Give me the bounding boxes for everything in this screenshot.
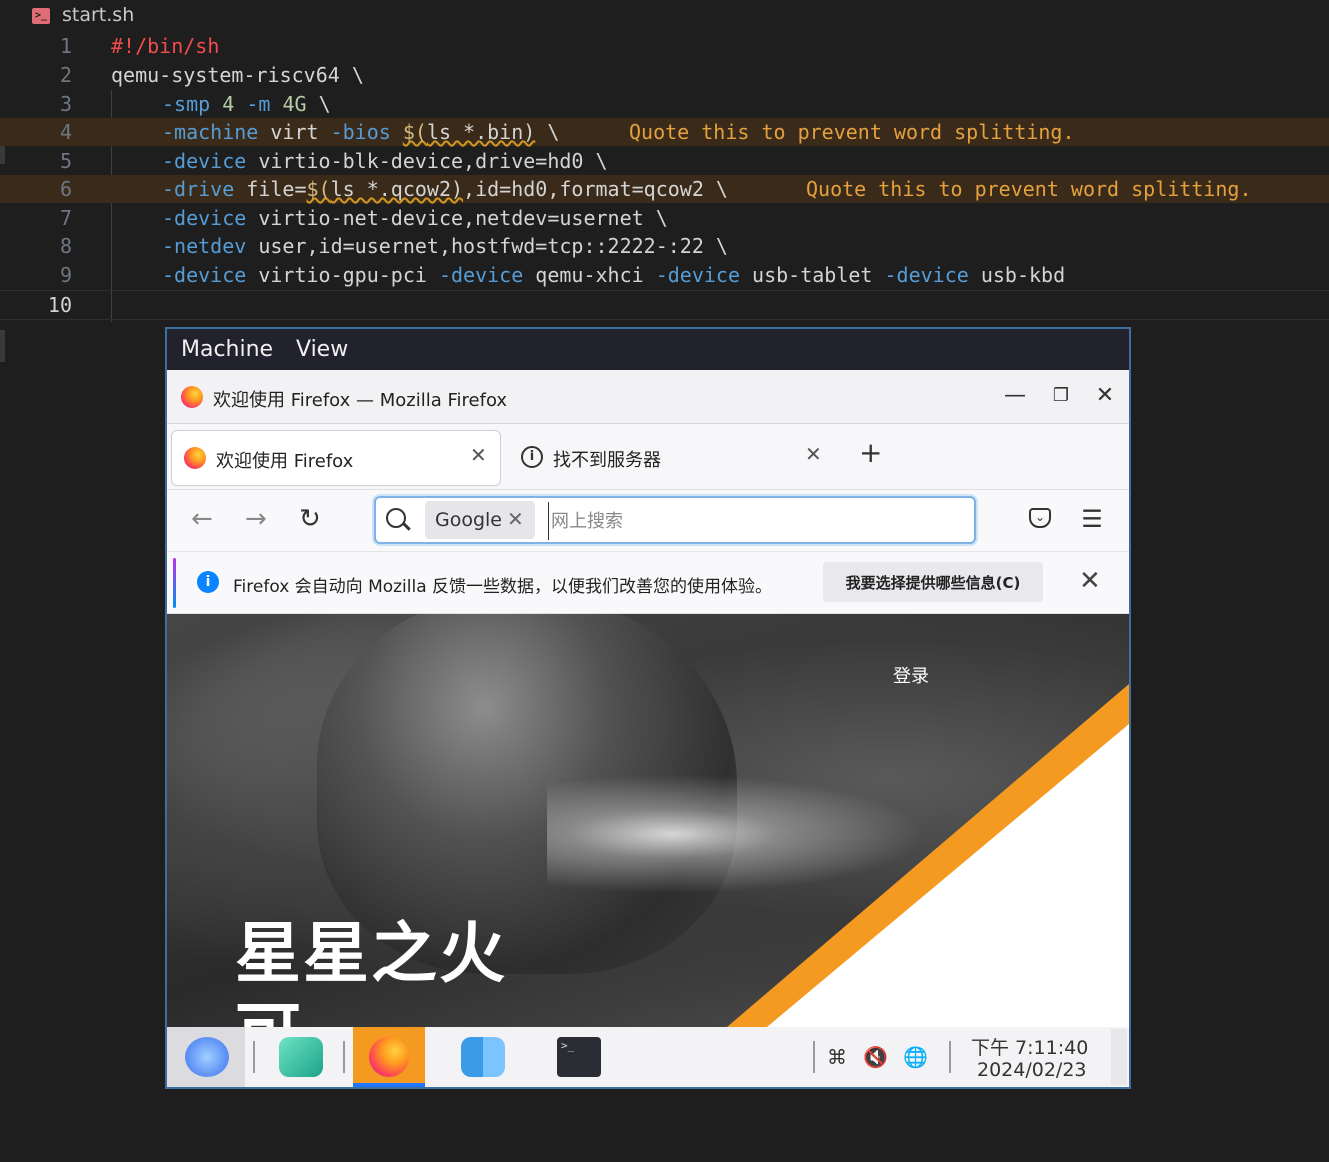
file-manager-icon [461,1037,505,1077]
taskbar-terminal[interactable]: >_ [547,1027,619,1087]
code-text: -device virtio-net-device,netdev=usernet… [162,206,668,230]
firefox-logo-icon [184,447,206,469]
code-line: 2 qemu-system-riscv64 \ [0,61,1329,89]
code-line: 3 -smp 4 -m 4G \ [0,90,1329,118]
show-desktop-button[interactable] [1111,1029,1127,1085]
notice-text: Firefox 会自动向 Mozilla 反馈一些数据，以便我们改善您的使用体验… [233,577,773,597]
editor-tab-bar: >_ start.sh [0,0,1329,30]
tab-label: 找不到服务器 [553,450,661,471]
clock-date[interactable]: 2024/02/23 [977,1059,1087,1081]
vm-menubar: Machine View [167,329,1129,370]
firefox-logo-icon [369,1037,409,1077]
notice-accent-bar [173,558,176,608]
search-input[interactable] [548,502,963,540]
tab-label: 欢迎使用 Firefox [216,451,354,472]
volume-muted-icon[interactable]: 🔇 [863,1045,888,1069]
code-text: -drive file=$(ls *.qcow2),id=hd0,format=… [162,177,728,201]
tab-server-not-found[interactable]: i 找不到服务器 ✕ [507,430,837,486]
code-line: 8 -netdev user,id=usernet,hostfwd=tcp::2… [0,232,1329,260]
tab-close-icon[interactable]: ✕ [470,443,487,467]
line-number: 1 [59,34,72,58]
minimize-button[interactable]: — [1001,382,1029,410]
data-reporting-notice: i Firefox 会自动向 Mozilla 反馈一些数据，以便我们改善您的使用… [167,552,1129,614]
info-icon: i [197,571,219,593]
pocket-icon: ⌄ [1029,508,1051,528]
search-engine-label: Google [435,509,503,531]
sign-in-link[interactable]: 登录 [893,662,929,688]
taskbar-separator [949,1041,951,1073]
forward-button[interactable]: → [245,504,267,534]
code-line: 7 -device virtio-net-device,netdev=usern… [0,204,1329,232]
remove-engine-icon[interactable]: ✕ [507,507,524,531]
code-text: qemu-system-riscv64 \ [111,63,364,87]
search-icon [386,508,406,528]
launcher-icon [185,1037,229,1077]
terminal-icon: >_ [557,1037,601,1077]
qemu-vm-window: Machine View 欢迎使用 Firefox — Mozilla Fire… [165,327,1131,1089]
terminal-file-icon: >_ [32,8,50,24]
taskbar-separator [253,1041,255,1073]
code-text: -machine virt -bios $(ls *.bin) \ [162,120,560,144]
back-button[interactable]: ← [191,504,213,534]
code-text: -netdev user,id=usernet,hostfwd=tcp::222… [162,234,728,258]
menu-view[interactable]: View [296,337,348,362]
close-window-button[interactable]: ✕ [1091,382,1119,410]
tab-strip: 欢迎使用 Firefox ✕ i 找不到服务器 ✕ + [167,424,1129,490]
line-number: 10 [47,293,72,317]
diagnostic-message: Quote this to prevent word splitting. [806,177,1252,201]
line-number: 6 [59,177,72,201]
line-number: 7 [59,206,72,230]
line-number: 2 [59,63,72,87]
line-number: 4 [59,120,72,144]
restore-button[interactable]: ❐ [1047,382,1075,410]
line-number: 3 [59,92,72,116]
gutter-marker [0,330,5,362]
firefox-logo-icon [181,386,203,408]
taskbar: >_ ⌘ 🔇 🌐 下午 7:11:40 2024/02/23 [167,1027,1129,1087]
hero-headline: 星星之火可 [235,915,507,1027]
search-engine-chip[interactable]: Google ✕ [425,501,535,539]
app-menu-button[interactable]: ☰ [1077,504,1107,534]
line-number: 5 [59,149,72,173]
multitask-button[interactable] [265,1027,335,1087]
taskbar-file-manager[interactable] [451,1027,523,1087]
code-text: -smp 4 -m 4G \ [162,92,331,116]
code-line-warning: 4 -machine virt -bios $(ls *.bin) \ Quot… [0,118,1329,146]
new-tab-button[interactable]: + [859,436,882,469]
line-number: 8 [59,234,72,258]
window-title: 欢迎使用 Firefox — Mozilla Firefox [213,390,508,411]
info-icon: i [521,446,543,468]
file-tab-label[interactable]: start.sh [62,4,134,26]
code-line: 5 -device virtio-blk-device,drive=hd0 \ [0,147,1329,175]
notice-close-icon[interactable]: ✕ [1079,566,1101,596]
code-text: -device virtio-blk-device,drive=hd0 \ [162,149,608,173]
pocket-button[interactable]: ⌄ [1025,504,1055,534]
line-number: 9 [59,263,72,287]
multitask-view-icon [279,1037,323,1077]
url-bar[interactable]: Google ✕ [374,496,976,544]
code-line-warning: 6 -drive file=$(ls *.qcow2),id=hd0,forma… [0,175,1329,203]
taskbar-separator [813,1041,815,1073]
diagnostic-message: Quote this to prevent word splitting. [629,120,1075,144]
welcome-hero-image: 登录 星星之火可 [167,614,1129,1027]
taskbar-firefox[interactable] [353,1027,425,1087]
menu-machine[interactable]: Machine [181,337,273,362]
clock-time[interactable]: 下午 7:11:40 [971,1033,1088,1060]
tab-welcome[interactable]: 欢迎使用 Firefox ✕ [171,430,501,486]
code-text: #!/bin/sh [111,34,220,58]
choose-data-button[interactable]: 我要选择提供哪些信息(C) [823,562,1043,602]
nav-toolbar: ← → ↻ Google ✕ ⌄ ☰ [167,490,1129,552]
firefox-titlebar: 欢迎使用 Firefox — Mozilla Firefox — ❐ ✕ [167,370,1129,424]
network-icon[interactable]: 🌐 [903,1045,928,1069]
code-text: -device virtio-gpu-pci -device qemu-xhci… [162,263,1066,287]
taskbar-separator [343,1041,345,1073]
tab-close-icon[interactable]: ✕ [805,442,822,466]
reload-button[interactable]: ↻ [299,504,321,534]
code-editor[interactable]: 1 #!/bin/sh 2 qemu-system-riscv64 \ 3 -s… [0,32,1329,322]
code-line: 9 -device virtio-gpu-pci -device qemu-xh… [0,261,1329,289]
code-line-current: 10 [0,290,1329,320]
keyboard-icon[interactable]: ⌘ [827,1045,847,1069]
code-line: 1 #!/bin/sh [0,32,1329,60]
launcher-button[interactable] [167,1027,245,1087]
